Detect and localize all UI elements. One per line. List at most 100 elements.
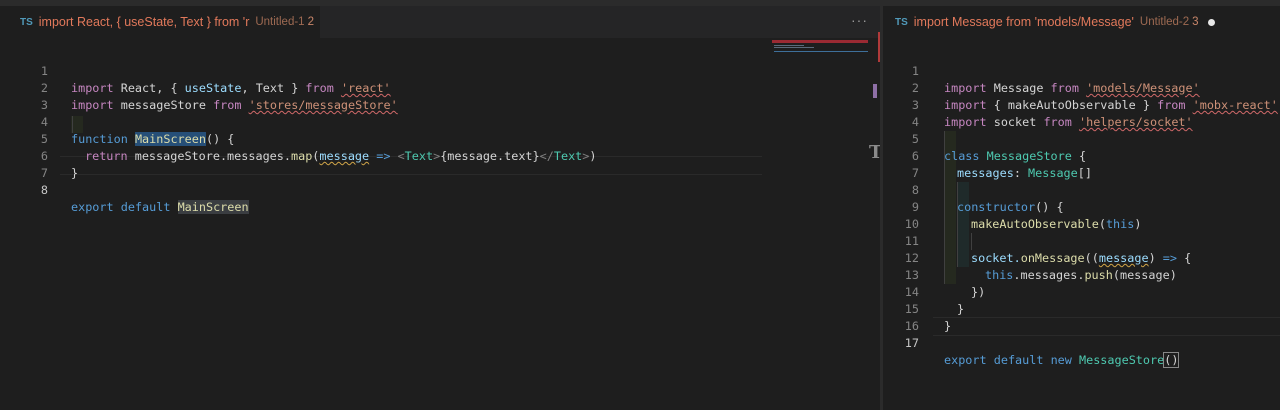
code-line: 5 return messageStore.messages.map(messa… [0, 114, 597, 163]
code-token: import [944, 98, 987, 112]
code-token: { [1177, 251, 1192, 265]
code-token: from [1050, 81, 1079, 95]
editor-group-left: TS import React, { useState, Text } from… [0, 6, 880, 410]
indent-guide [957, 182, 958, 267]
code-line: 4 function MainScreen() { [0, 97, 234, 146]
code-token: Message [986, 81, 1051, 95]
code-token: 'react' [340, 81, 391, 95]
code-token: 'mobx-react' [1192, 98, 1278, 112]
code-line: 7 [0, 148, 48, 180]
code-token: {message.text} [440, 149, 540, 163]
code-token: export default new MessageStore() [944, 352, 1180, 369]
tab-bar-left: TS import React, { useState, Text } from… [0, 6, 880, 38]
code-token: socket [986, 115, 1044, 129]
code-line: 15 } [883, 284, 951, 333]
code-token: () [1163, 352, 1180, 368]
code-line: 6 } [0, 131, 78, 180]
code-token: 'stores/messageStore' [248, 98, 398, 112]
code-token: from [213, 98, 242, 112]
code-token: function MainScreen() { [71, 131, 234, 148]
tab-untitled-2[interactable]: TS import Message from 'models/Message' … [883, 6, 1280, 38]
code-editor-left[interactable]: 1 import React, { useState, Text } from … [0, 38, 880, 410]
code-token: messages: Message[] [957, 165, 1092, 182]
problem-count: 2 [307, 16, 314, 28]
code-token: }) [971, 285, 986, 299]
code-token: { [1071, 149, 1087, 163]
code-line: 10 [883, 199, 926, 231]
code-token: this [1105, 217, 1135, 231]
code-token: makeAutoObservable [971, 217, 1099, 231]
code-token: export [944, 353, 987, 367]
code-token: messages [957, 166, 1014, 180]
code-token: => [1162, 251, 1178, 265]
line-number-active: 17 [904, 336, 919, 350]
code-token: [] [1077, 166, 1092, 180]
code-token: => [376, 149, 391, 163]
code-token: import [71, 98, 114, 112]
code-token: map [290, 149, 313, 163]
code-line: 3 import socket from 'helpers/socket' [883, 80, 1193, 129]
code-token: () { [205, 132, 235, 146]
code-line: 8 constructor() { [883, 165, 1064, 214]
code-token: import { makeAutoObservable } from 'mobx… [944, 97, 1278, 114]
code-token: return messageStore.messages.map(message… [85, 148, 597, 165]
code-token: import [944, 115, 987, 129]
code-token: message [1098, 251, 1149, 265]
code-token: ) [589, 149, 597, 163]
code-token: this.messages.push(message) [985, 267, 1177, 284]
tab-title: import React, { useState, Text } from 'r [38, 15, 250, 29]
code-line-active: 17 export default new MessageStore() [883, 318, 1180, 368]
code-token: return [85, 149, 128, 163]
code-token: from [1157, 98, 1186, 112]
overview-ruler-mark [873, 84, 877, 98]
dirty-dot-icon[interactable] [1207, 18, 1215, 26]
tab-untitled-1[interactable]: TS import React, { useState, Text } from… [0, 6, 320, 38]
code-token: } [944, 319, 952, 333]
minimap-line [774, 47, 814, 48]
code-token: messageStore [113, 98, 214, 112]
code-token: ( [1098, 217, 1106, 231]
code-line: 5 class MessageStore { [883, 114, 1086, 163]
code-token: ) [1134, 217, 1142, 231]
code-token: Text [553, 149, 583, 163]
code-token: MainScreen [134, 132, 206, 146]
code-token: Message [1028, 166, 1078, 180]
ellipsis-icon[interactable]: ··· [851, 12, 868, 28]
code-line: 1 import React, { useState, Text } from … [0, 46, 391, 95]
code-token: message [319, 149, 370, 163]
code-token: messageStore.messages. [127, 149, 291, 163]
minimap[interactable] [772, 40, 868, 56]
code-token: constructor() { [957, 199, 1064, 216]
code-line: 16 [883, 301, 926, 333]
indent-highlight [957, 182, 969, 267]
code-token: .messages. [1013, 268, 1085, 282]
code-token: export default MainScreen [71, 199, 249, 216]
code-token: makeAutoObservable(this) [971, 216, 1141, 233]
code-token: export [71, 200, 114, 214]
minimap-error-bar [772, 40, 868, 43]
code-editor-right[interactable]: 1 import Message from 'models/Message' 2… [883, 38, 1280, 410]
code-token: from [1043, 115, 1072, 129]
code-token: onMessage [1020, 251, 1085, 265]
code-token: : [1013, 166, 1029, 180]
text-caret [1178, 353, 1180, 368]
code-token: MainScreen [177, 200, 249, 214]
code-line: 7 [883, 148, 926, 180]
code-token: 'helpers/socket' [1078, 115, 1193, 129]
code-line: 2 import messageStore from 'stores/messa… [0, 63, 398, 112]
code-token: 'models/Message' [1086, 81, 1200, 95]
code-line: 14 } [883, 267, 964, 316]
code-line-active: 8 export default MainScreen [0, 165, 249, 214]
code-line: 13 }) [883, 250, 985, 299]
code-token: import React, { useState, Text } from 'r… [71, 80, 391, 97]
code-token: import socket from 'helpers/socket' [944, 114, 1193, 131]
code-token: () { [1035, 200, 1064, 214]
